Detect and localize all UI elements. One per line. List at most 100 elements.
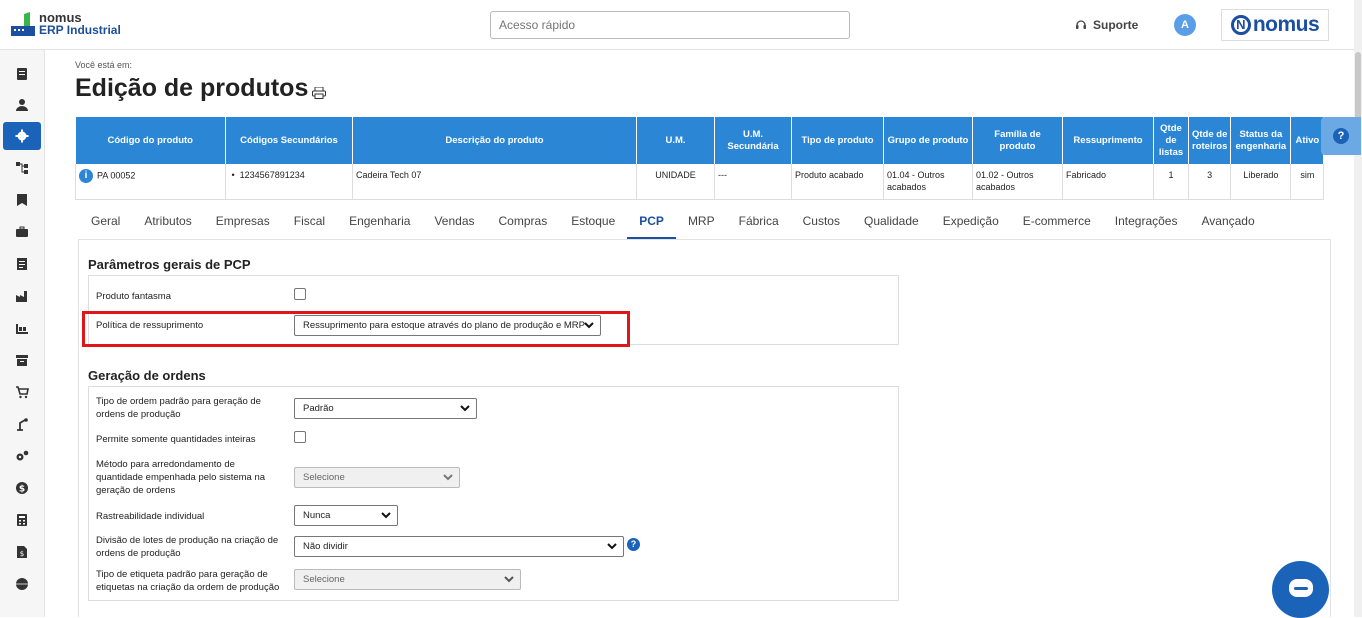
money-icon[interactable]: $ (3, 474, 41, 502)
hierarchy-icon[interactable] (3, 154, 41, 182)
rastreabilidade-label: Rastreabilidade individual (96, 511, 205, 522)
breadcrumb: Você está em: (75, 60, 133, 70)
question-icon: ? (1333, 128, 1349, 144)
nomus-n-icon: N (1230, 15, 1251, 35)
gear-icon[interactable] (3, 122, 41, 150)
page-title: Edição de produtos (75, 74, 327, 103)
qtd-inteiras-label: Permite somente quantidades inteiras (96, 434, 256, 445)
tab-geral[interactable]: Geral (79, 207, 132, 239)
tab-estoque[interactable]: Estoque (559, 207, 627, 239)
rastreabilidade-value: Nunca (303, 510, 331, 521)
sidebar: $ $ (0, 50, 45, 617)
product-summary-table: Código do produto Códigos Secundários De… (75, 117, 1325, 200)
cell-secundarios: • 1234567891234 (225, 164, 353, 200)
page-scrollbar[interactable] (1354, 0, 1362, 617)
tab-integracoes[interactable]: Integrações (1103, 207, 1190, 239)
machine-icon[interactable] (3, 410, 41, 438)
tab-fabrica[interactable]: Fábrica (727, 207, 791, 239)
top-bar: nomus ERP Industrial Suporte A N nomus (0, 0, 1362, 50)
section-title-geracao: Geração de ordens (88, 368, 206, 383)
col-tipo: Tipo de produto (791, 117, 884, 164)
tab-custos[interactable]: Custos (791, 207, 852, 239)
col-secundarios: Códigos Secundários (225, 117, 353, 164)
qtd-inteiras-checkbox[interactable] (294, 431, 306, 443)
divisao-select[interactable]: Não dividir (294, 536, 624, 557)
etiqueta-label: Tipo de etiqueta padrão para geração de … (96, 569, 280, 593)
highlight-box (82, 311, 630, 347)
tab-compras[interactable]: Compras (487, 207, 560, 239)
produto-fantasma-checkbox[interactable] (294, 288, 306, 300)
col-roteiros: Qtde de roteiros (1188, 117, 1232, 164)
etiqueta-value: Selecione (303, 574, 345, 585)
cell-ressuprimento: Fabricado (1062, 164, 1154, 200)
notes-icon[interactable] (3, 60, 41, 88)
tab-atributos[interactable]: Atributos (132, 207, 203, 239)
tab-qualidade[interactable]: Qualidade (852, 207, 931, 239)
tab-ecommerce[interactable]: E-commerce (1011, 207, 1103, 239)
globe-icon[interactable] (3, 570, 41, 598)
tab-bar: Geral Atributos Empresas Fiscal Engenhar… (79, 207, 1267, 239)
document-icon[interactable] (3, 250, 41, 278)
col-grupo: Grupo de produto (883, 117, 973, 164)
cell-descricao: Cadeira Tech 07 (352, 164, 637, 200)
cell-roteiros: 3 (1188, 164, 1232, 200)
tab-expedicao[interactable]: Expedição (931, 207, 1011, 239)
user-icon[interactable] (3, 91, 41, 119)
archive-icon[interactable] (3, 346, 41, 374)
produto-fantasma-label: Produto fantasma (96, 291, 171, 302)
section-title-parametros: Parâmetros gerais de PCP (88, 257, 251, 272)
cogs-icon[interactable] (3, 442, 41, 470)
invoice-icon[interactable]: $ (3, 538, 41, 566)
tab-avancado[interactable]: Avançado (1189, 207, 1266, 239)
col-um-sec: U.M. Secundária (714, 117, 792, 164)
support-button[interactable]: Suporte (1075, 18, 1138, 32)
cell-tipo: Produto acabado (791, 164, 884, 200)
arredondamento-select[interactable]: Selecione (294, 467, 460, 488)
svg-text:$: $ (19, 485, 25, 495)
cell-codigo: i PA 00052 (75, 164, 226, 200)
chevron-down-icon (443, 474, 453, 481)
production-icon[interactable] (3, 314, 41, 342)
tab-pcp[interactable]: PCP (627, 207, 676, 239)
col-status: Status da engenharia (1230, 117, 1292, 164)
arredondamento-label: Método para arredondamento de quantidade… (96, 459, 266, 496)
tab-empresas[interactable]: Empresas (204, 207, 282, 239)
svg-text:$: $ (20, 550, 24, 558)
cell-ativo: sim (1290, 164, 1325, 200)
tab-mrp[interactable]: MRP (676, 207, 727, 239)
tipo-ordem-select[interactable]: Padrão (294, 398, 477, 419)
user-avatar[interactable]: A (1174, 14, 1196, 36)
cart-icon[interactable] (3, 378, 41, 406)
app-logo[interactable]: nomus ERP Industrial (10, 11, 121, 36)
col-codigo: Código do produto (75, 117, 226, 164)
support-label: Suporte (1093, 18, 1139, 32)
col-descricao: Descrição do produto (352, 117, 637, 164)
tab-engenharia[interactable]: Engenharia (337, 207, 422, 239)
col-ressuprimento: Ressuprimento (1062, 117, 1154, 164)
info-icon[interactable]: i (79, 169, 93, 183)
tab-vendas[interactable]: Vendas (422, 207, 486, 239)
brand-name: nomus (1252, 13, 1320, 36)
cell-familia: 01.02 - Outros acabados (972, 164, 1063, 200)
factory-icon[interactable] (3, 282, 41, 310)
chat-button[interactable] (1272, 561, 1329, 618)
help-button[interactable]: ? (1321, 117, 1361, 155)
chevron-down-icon (504, 576, 514, 583)
divisao-value: Não dividir (303, 541, 348, 552)
flag-icon[interactable] (3, 186, 41, 214)
secundarios-value: 1234567891234 (239, 170, 305, 180)
chevron-down-icon (381, 512, 391, 519)
calculator-icon[interactable] (3, 506, 41, 534)
factory-logo-icon (10, 12, 36, 36)
arredondamento-value: Selecione (303, 472, 345, 483)
briefcase-icon[interactable] (3, 218, 41, 246)
quick-access-input[interactable] (490, 11, 850, 39)
tipo-ordem-label: Tipo de ordem padrão para geração de ord… (96, 396, 261, 420)
tab-fiscal[interactable]: Fiscal (282, 207, 337, 239)
chat-bubble-icon (1289, 579, 1313, 597)
rastreabilidade-select[interactable]: Nunca (294, 505, 398, 526)
cell-um-sec: --- (714, 164, 792, 200)
print-icon[interactable] (312, 86, 327, 99)
question-icon[interactable]: ? (627, 538, 640, 551)
etiqueta-select[interactable]: Selecione (294, 569, 521, 590)
